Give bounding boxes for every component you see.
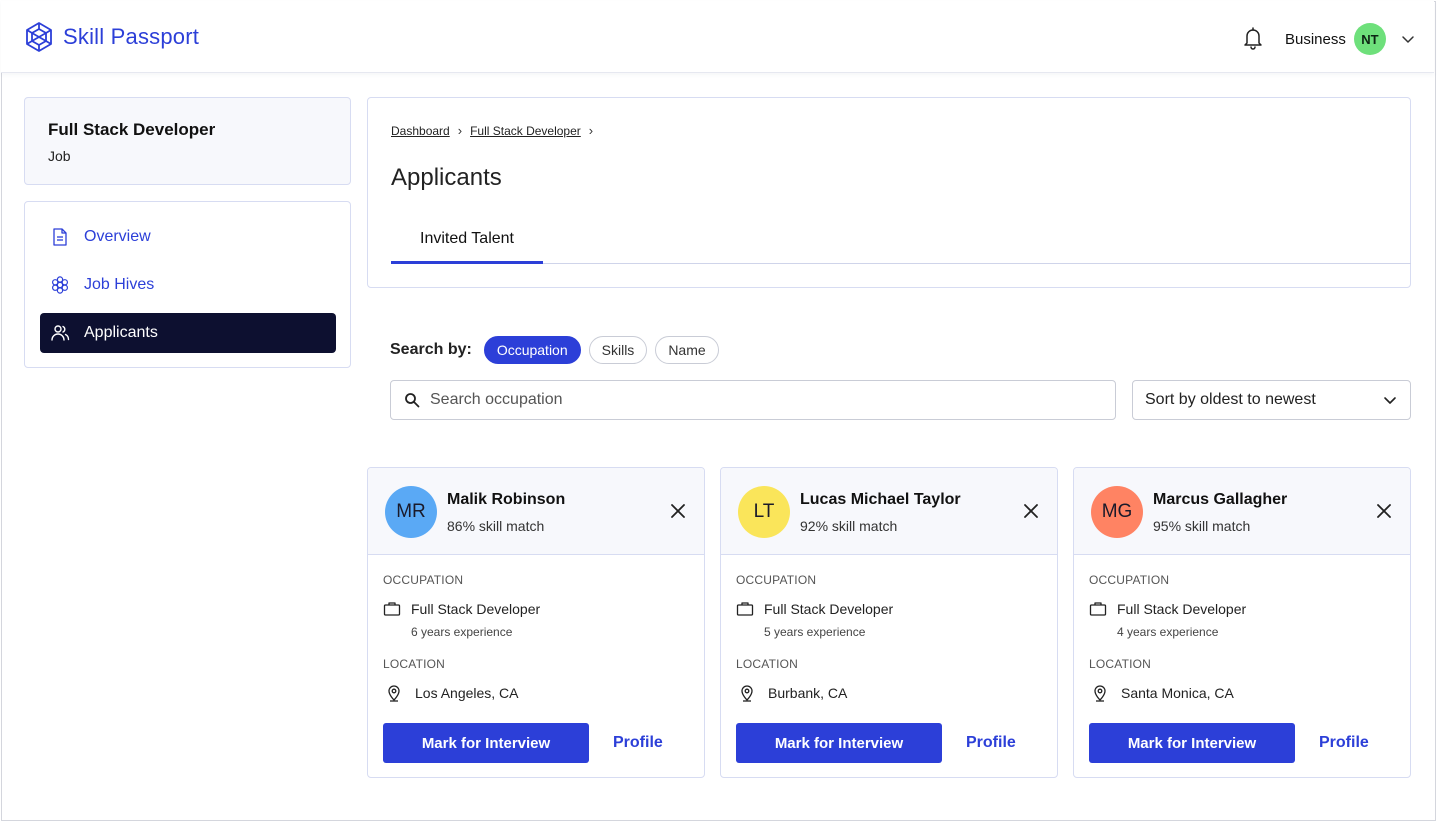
document-icon [53,228,67,246]
applicant-name: Marcus Gallagher [1153,491,1288,508]
occupation-row: Full Stack Developer [1089,600,1246,618]
applicant-name: Malik Robinson [447,491,566,508]
chevron-down-icon[interactable] [1400,31,1416,47]
breadcrumb-job[interactable]: Full Stack Developer [470,124,581,138]
close-icon[interactable] [669,502,687,520]
occupation-label: OCCUPATION [383,573,464,587]
skill-match: 95% skill match [1153,518,1251,534]
close-icon[interactable] [1022,502,1040,520]
location-label: LOCATION [1089,657,1152,671]
page-header-panel: Dashboard › Full Stack Developer › Appli… [367,97,1411,288]
briefcase-icon [1089,602,1107,616]
profile-link[interactable]: Profile [966,734,1016,752]
mark-for-interview-button[interactable]: Mark for Interview [736,723,942,763]
location-pin-icon [388,685,400,702]
profile-link[interactable]: Profile [1319,734,1369,752]
search-input[interactable] [430,391,1090,409]
notification-bell-icon[interactable] [1242,26,1264,50]
applicant-card-header: MG Marcus Gallagher 95% skill match [1074,468,1410,555]
chevron-right-icon: › [588,123,594,138]
occupation-row: Full Stack Developer [383,600,540,618]
location-row: Los Angeles, CA [385,684,519,702]
occupation-value: Full Stack Developer [764,601,894,617]
top-bar: Skill Passport Business NT [1,1,1434,73]
tab-invited-talent[interactable]: Invited Talent [391,216,543,264]
applicant-name: Lucas Michael Taylor [800,491,961,508]
location-pin-icon [1094,685,1106,702]
sidebar-item-label: Job Hives [84,276,155,293]
page-title: Applicants [391,164,502,191]
sort-dropdown[interactable]: Sort by oldest to newest [1132,380,1411,420]
breadcrumb-dashboard[interactable]: Dashboard [391,124,450,138]
applicant-card: MR Malik Robinson 86% skill match OCCUPA… [367,467,705,778]
sidebar-item-applicants[interactable]: Applicants [40,313,336,353]
experience-value: 4 years experience [1117,625,1219,639]
location-label: LOCATION [736,657,799,671]
occupation-value: Full Stack Developer [411,601,541,617]
search-by-label: Search by: [390,341,472,358]
job-summary-card: Full Stack Developer Job [24,97,351,185]
chevron-down-icon [1384,397,1396,404]
applicant-avatar: MG [1091,486,1143,538]
applicant-card-header: LT Lucas Michael Taylor 92% skill match [721,468,1057,555]
filter-chip-name[interactable]: Name [655,336,719,364]
job-type: Job [48,148,71,164]
sidebar-nav: Overview Job Hives Applicants [24,201,351,368]
hive-icon [51,276,69,294]
experience-value: 6 years experience [411,625,513,639]
location-value: Santa Monica, CA [1121,685,1234,701]
job-title: Full Stack Developer [48,120,216,139]
account-label: Business [1285,30,1346,48]
account-menu[interactable]: Business NT [1285,23,1416,55]
location-value: Los Angeles, CA [415,685,519,701]
sort-selected-value: Sort by oldest to newest [1145,391,1316,408]
mark-for-interview-button[interactable]: Mark for Interview [383,723,589,763]
profile-link[interactable]: Profile [613,734,663,752]
applicant-card-header: MR Malik Robinson 86% skill match [368,468,704,555]
sidebar-item-label: Applicants [84,324,158,341]
brand-name: Skill Passport [63,24,200,49]
sidebar-item-overview[interactable]: Overview [40,217,336,257]
applicant-card: MG Marcus Gallagher 95% skill match OCCU… [1073,467,1411,778]
skill-passport-logo-icon [26,22,52,52]
location-value: Burbank, CA [768,685,848,701]
applicant-avatar: LT [738,486,790,538]
sidebar-item-job-hives[interactable]: Job Hives [40,265,336,305]
search-icon [405,393,420,408]
briefcase-icon [383,602,401,616]
search-filter-group: Search by: Occupation Skills Name [390,336,719,364]
filter-chip-skills[interactable]: Skills [588,336,648,364]
breadcrumb: Dashboard › Full Stack Developer › [391,123,593,138]
location-pin-icon [741,685,753,702]
skill-match: 92% skill match [800,518,898,534]
briefcase-icon [736,602,754,616]
location-row: Santa Monica, CA [1091,684,1234,702]
occupation-label: OCCUPATION [736,573,817,587]
applicant-avatar: MR [385,486,437,538]
chevron-right-icon: › [457,123,463,138]
sidebar-item-label: Overview [84,228,151,245]
filter-chip-occupation[interactable]: Occupation [483,336,581,364]
occupation-value: Full Stack Developer [1117,601,1247,617]
search-box[interactable] [390,380,1116,420]
occupation-row: Full Stack Developer [736,600,893,618]
close-icon[interactable] [1375,502,1393,520]
applicant-card: LT Lucas Michael Taylor 92% skill match … [720,467,1058,778]
location-row: Burbank, CA [738,684,847,702]
experience-value: 5 years experience [764,625,866,639]
skill-match: 86% skill match [447,518,545,534]
user-avatar: NT [1353,23,1386,55]
brand-logo[interactable]: Skill Passport [23,21,199,53]
location-label: LOCATION [383,657,446,671]
occupation-label: OCCUPATION [1089,573,1170,587]
tab-bar: Invited Talent [391,216,1411,264]
mark-for-interview-button[interactable]: Mark for Interview [1089,723,1295,763]
users-icon [51,325,70,341]
